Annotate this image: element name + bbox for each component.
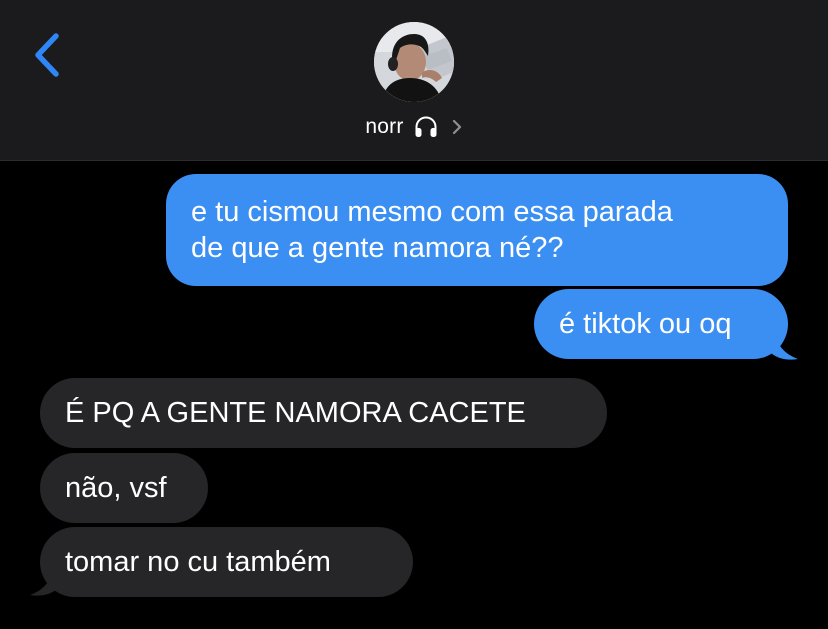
- bubble-tail: [30, 566, 58, 596]
- message-bubble-received[interactable]: tomar no cu também: [40, 527, 413, 597]
- message-text: é tiktok ou oq: [559, 308, 732, 340]
- headphones-icon: [415, 116, 437, 137]
- message-text: de que a gente namora né??: [191, 232, 564, 264]
- avatar[interactable]: [374, 22, 454, 102]
- message-bubble-received[interactable]: não, vsf: [40, 453, 208, 523]
- message-bubble-sent[interactable]: é tiktok ou oq: [534, 289, 788, 359]
- back-button[interactable]: [28, 30, 68, 80]
- message-bubble-sent[interactable]: e tu cismou mesmo com essa parada de que…: [166, 174, 788, 286]
- chevron-left-icon: [35, 33, 59, 77]
- message-text: É PQ A GENTE NAMORA CACETE: [65, 397, 526, 429]
- message-text: não, vsf: [65, 472, 167, 504]
- conversation-header: norr: [0, 0, 828, 161]
- message-text: e tu cismou mesmo com essa parada: [191, 196, 673, 228]
- contact-title[interactable]: norr: [0, 112, 828, 142]
- chevron-right-icon: [452, 119, 461, 135]
- avatar-photo: [374, 22, 454, 102]
- message-bubble-received[interactable]: É PQ A GENTE NAMORA CACETE: [40, 378, 607, 448]
- contact-name: norr: [365, 115, 404, 138]
- message-text: tomar no cu também: [65, 546, 331, 578]
- bubble-tail: [770, 330, 798, 360]
